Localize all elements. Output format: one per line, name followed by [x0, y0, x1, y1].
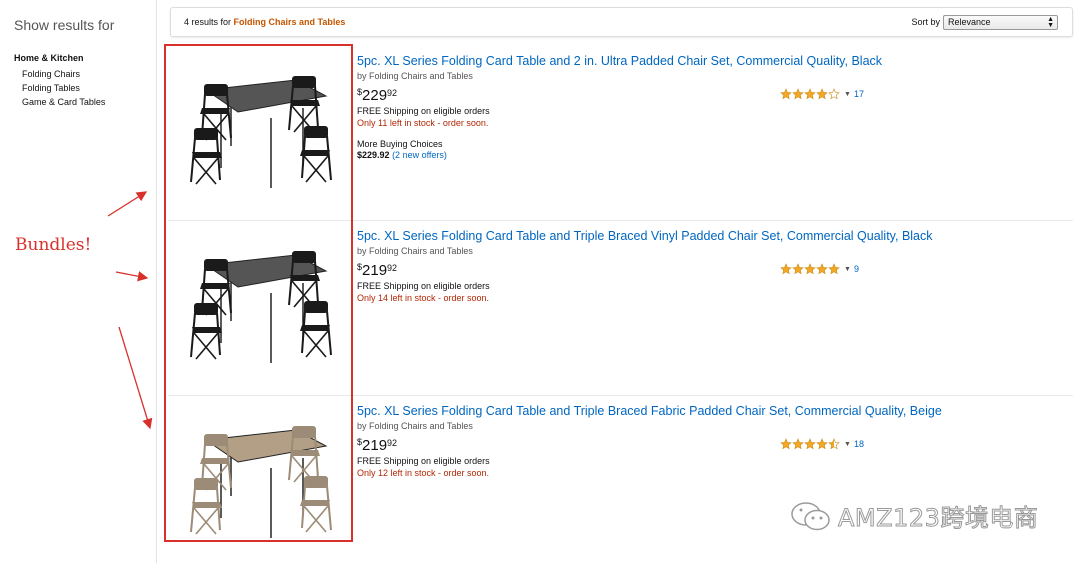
wechat-logo-icon — [791, 501, 830, 530]
arrow-2 — [115, 271, 149, 282]
arrow-3 — [118, 326, 153, 430]
annotation-arrows — [107, 191, 153, 430]
watermark: AMZ123跨境电商 — [790, 498, 1038, 533]
arrow-1 — [107, 191, 148, 217]
watermark-text: AMZ123跨境电商 — [837, 504, 1039, 533]
